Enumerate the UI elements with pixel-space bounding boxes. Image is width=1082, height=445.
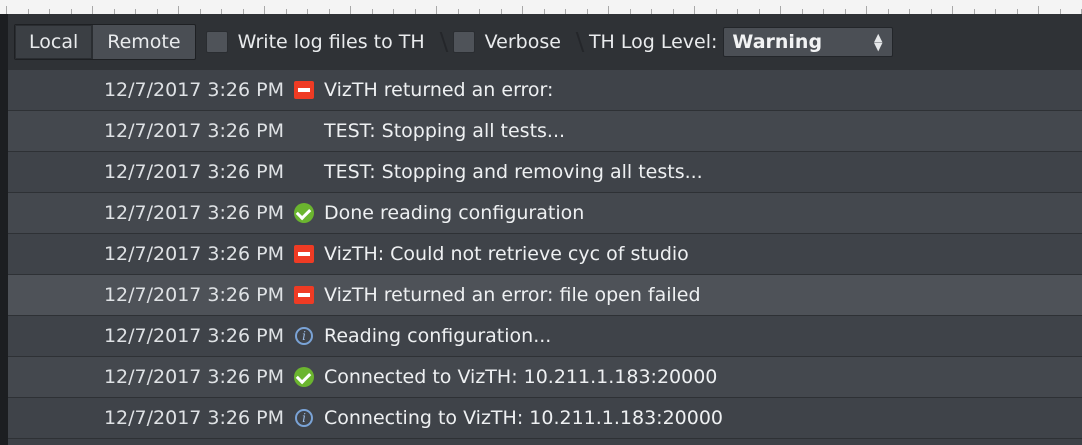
log-timestamp: 12/7/2017 3:26 PM (103, 202, 284, 224)
ruler-tick (6, 6, 7, 14)
log-icon-cell: i (284, 398, 324, 439)
write-log-files-checkbox[interactable] (205, 31, 228, 53)
tab-remote[interactable]: Remote (92, 25, 194, 59)
log-row[interactable]: 12/7/2017 3:26 PM VizTH returned an error… (8, 275, 1082, 316)
log-message: TEST: Stopping all tests... (324, 120, 566, 142)
log-icon-cell (284, 234, 324, 275)
log-icon-cell: i (284, 316, 324, 357)
log-message: VizTH: Could not retrieve cyc of studio (324, 243, 689, 265)
tab-local[interactable]: Local (15, 25, 93, 59)
ruler-tick (780, 6, 781, 14)
log-level-select[interactable]: Warning ▲ ▼ (723, 27, 894, 57)
log-row[interactable]: 12/7/2017 3:26 PM Connected to VizTH: 10.… (8, 357, 1082, 398)
info-icon: i (295, 327, 313, 345)
error-icon (294, 245, 314, 263)
write-log-files-label: Write log files to TH (237, 31, 425, 53)
verbose-label: Verbose (484, 31, 561, 53)
log-timestamp: 12/7/2017 3:26 PM (103, 284, 284, 306)
updown-arrows-icon: ▲ ▼ (873, 31, 883, 53)
log-timestamp: 12/7/2017 3:26 PM (103, 120, 284, 142)
log-message: VizTH returned an error: file open faile… (324, 284, 701, 306)
log-message: Connected to VizTH: 10.211.1.183:20000 (324, 366, 718, 388)
ruler-tick (1038, 6, 1039, 14)
log-timestamp: 12/7/2017 3:26 PM (103, 243, 284, 265)
log-list[interactable]: 12/7/2017 3:26 PM VizTH returned an error… (0, 70, 1082, 445)
log-timestamp: 12/7/2017 3:26 PM (103, 366, 284, 388)
log-icon-cell (284, 152, 324, 193)
log-icon-cell (284, 111, 324, 152)
log-icon-cell (284, 70, 324, 111)
ruler-tick (522, 6, 523, 14)
log-message: VizTH returned an error: (324, 79, 554, 101)
ruler-tick (350, 6, 351, 14)
ruler-tick (178, 6, 179, 14)
log-timestamp: 12/7/2017 3:26 PM (103, 79, 284, 101)
log-icon-cell (284, 193, 324, 234)
toolbar-separator (435, 25, 443, 59)
ruler-tick (952, 6, 953, 14)
ruler-tick (92, 6, 93, 14)
log-row[interactable]: 12/7/2017 3:26 PM Done reading configurat… (8, 193, 1082, 234)
error-icon (294, 81, 314, 99)
verbose-checkbox[interactable] (452, 31, 475, 53)
success-icon (294, 203, 314, 223)
log-icon-cell (284, 357, 324, 398)
success-icon (294, 367, 314, 387)
log-row[interactable]: 12/7/2017 3:26 PM VizTH returned an error… (8, 70, 1082, 111)
log-row[interactable]: 12/7/2017 3:26 PM i Reading configuration.… (8, 316, 1082, 357)
log-message: Connecting to VizTH: 10.211.1.183:20000 (324, 407, 724, 429)
log-message: Reading configuration... (324, 325, 552, 347)
write-log-files-option[interactable]: Write log files to TH (205, 25, 425, 59)
ruler-tick (694, 6, 695, 14)
log-level-label: TH Log Level: (588, 31, 718, 53)
log-row[interactable]: 12/7/2017 3:26 PM TEST: Stopping and remo… (8, 152, 1082, 193)
log-row[interactable]: 12/7/2017 3:26 PM i Connecting to VizTH: 1… (8, 398, 1082, 439)
log-toolbar: Local Remote Write log files to TH Verbo… (0, 14, 1082, 70)
toolbar-separator (571, 25, 579, 59)
log-timestamp: 12/7/2017 3:26 PM (103, 161, 284, 183)
ruler-tick (866, 6, 867, 14)
error-icon (294, 286, 314, 304)
log-message: Done reading configuration (324, 202, 585, 224)
log-icon-cell (284, 275, 324, 316)
info-icon: i (295, 409, 313, 427)
ruler-tick (264, 6, 265, 14)
location-toggle: Local Remote (14, 24, 196, 60)
log-timestamp: 12/7/2017 3:26 PM (103, 407, 284, 429)
verbose-option[interactable]: Verbose (452, 25, 561, 59)
log-timestamp: 12/7/2017 3:26 PM (103, 325, 284, 347)
log-row[interactable]: 12/7/2017 3:26 PM TEST: Stopping all test… (8, 111, 1082, 152)
log-row[interactable]: 12/7/2017 3:26 PM VizTH: Could not retrie… (8, 234, 1082, 275)
ruler-tick (608, 6, 609, 14)
log-level-value: Warning (732, 31, 823, 53)
timeline-ruler (0, 0, 1082, 15)
log-message: TEST: Stopping and removing all tests... (324, 161, 703, 183)
ruler-tick (436, 6, 437, 14)
